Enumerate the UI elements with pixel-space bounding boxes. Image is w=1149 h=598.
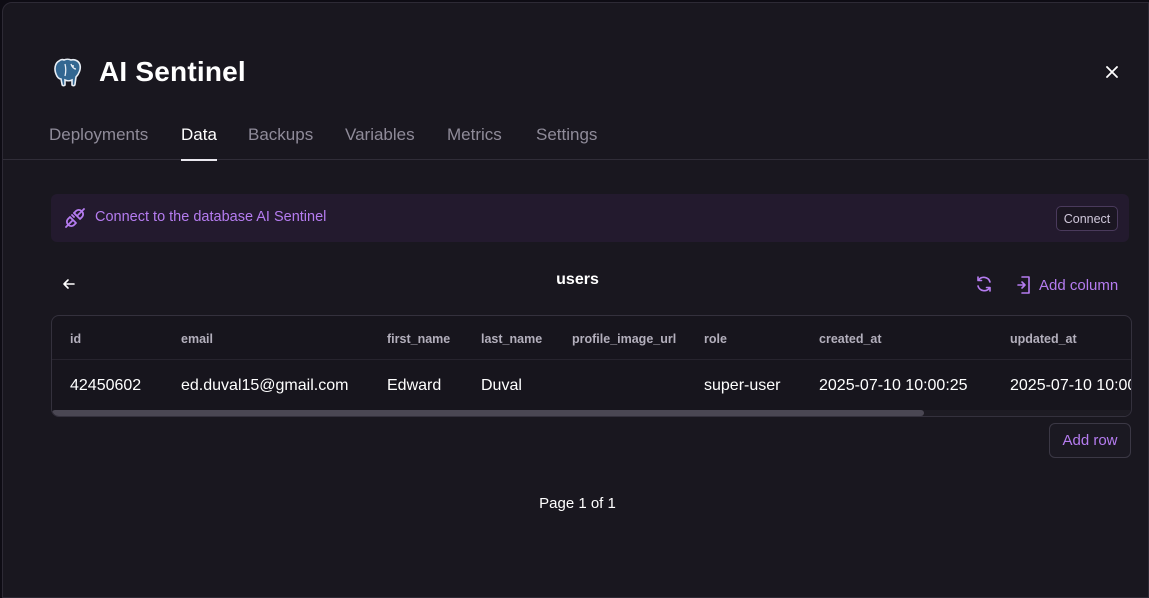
modal-header: AI Sentinel	[51, 53, 246, 91]
tab-backups[interactable]: Backups	[248, 115, 313, 160]
cell-first-name[interactable]: Edward	[387, 377, 441, 395]
cell-updated-at[interactable]: 2025-07-10 10:00:25	[1010, 377, 1131, 395]
add-column-icon	[1017, 276, 1030, 294]
cell-created-at[interactable]: 2025-07-10 10:00:25	[819, 377, 968, 395]
tab-deployments[interactable]: Deployments	[49, 115, 148, 160]
refresh-icon	[977, 276, 991, 292]
tab-variables[interactable]: Variables	[345, 115, 415, 160]
tab-bar: Deployments Data Backups Variables Metri…	[3, 115, 1148, 161]
database-modal: AI Sentinel Deployments Data Backups Var…	[2, 2, 1149, 598]
connect-banner: Connect to the database AI Sentinel Conn…	[51, 194, 1129, 242]
column-header-last-name[interactable]: last_name	[481, 332, 542, 346]
add-column-label: Add column	[1039, 276, 1119, 294]
cell-id[interactable]: 42450602	[70, 377, 141, 395]
tab-settings[interactable]: Settings	[536, 115, 597, 160]
banner-text: Connect to the database AI Sentinel	[95, 209, 327, 225]
tab-metrics[interactable]: Metrics	[447, 115, 502, 160]
table-divider	[52, 359, 1131, 360]
column-header-role[interactable]: role	[704, 332, 727, 346]
add-row-button[interactable]: Add row	[1049, 423, 1131, 458]
column-header-profile-image-url[interactable]: profile_image_url	[572, 332, 676, 346]
cell-last-name[interactable]: Duval	[481, 377, 522, 395]
connect-button[interactable]: Connect	[1056, 206, 1118, 231]
close-icon	[1106, 66, 1118, 78]
refresh-button[interactable]	[974, 274, 994, 294]
close-button[interactable]	[1101, 61, 1123, 83]
cell-role[interactable]: super-user	[704, 377, 780, 395]
horizontal-scrollbar-thumb[interactable]	[52, 410, 924, 416]
tab-data[interactable]: Data	[181, 115, 217, 161]
postgres-elephant-icon	[54, 58, 82, 87]
column-header-id[interactable]: id	[70, 332, 81, 346]
page-title: AI Sentinel	[99, 56, 246, 87]
pagination-text: Page 1 of 1	[539, 495, 616, 512]
column-header-email[interactable]: email	[181, 332, 213, 346]
plug-connect-icon	[65, 208, 85, 228]
add-column-button[interactable]: Add column	[1017, 274, 1118, 296]
cell-email[interactable]: ed.duval15@gmail.com	[181, 377, 348, 395]
column-header-updated-at[interactable]: updated_at	[1010, 332, 1077, 346]
column-header-first-name[interactable]: first_name	[387, 332, 450, 346]
data-table: id email first_name last_name profile_im…	[51, 315, 1132, 417]
column-header-created-at[interactable]: created_at	[819, 332, 882, 346]
